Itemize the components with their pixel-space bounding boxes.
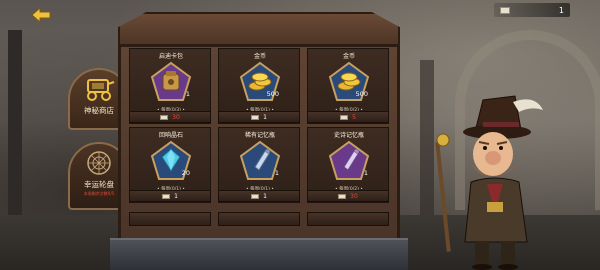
price-value: 1: [263, 113, 267, 121]
empty-shelf-slot: [218, 212, 300, 226]
ticket-icon: [338, 193, 347, 199]
item-quantity: 1: [274, 169, 279, 177]
memory-bottle-icon: [254, 149, 270, 171]
item-quantity: 500: [355, 90, 368, 98]
buy-button[interactable]: 1: [218, 111, 300, 123]
currency-display: 1: [494, 3, 570, 17]
item-name: 启迪卡包: [158, 53, 183, 60]
item-name: 金币: [342, 53, 355, 60]
background-pillar: [8, 30, 22, 230]
ticket-icon: [162, 193, 171, 199]
wheel-icon: [87, 151, 111, 175]
shopkeeper-character: [435, 92, 565, 270]
empty-shelf-slot: [307, 212, 389, 226]
price-value: 5: [352, 113, 356, 121]
item-quantity: 1: [185, 90, 190, 98]
buy-button[interactable]: 30: [307, 190, 389, 202]
background-pillar: [420, 60, 434, 230]
back-button[interactable]: [30, 6, 52, 24]
buy-button[interactable]: 1: [218, 190, 300, 202]
mystery-shop-label: 神秘商店: [84, 106, 114, 115]
buy-button[interactable]: 5: [307, 111, 389, 123]
item-quantity: 500: [266, 90, 279, 98]
buy-button[interactable]: 30: [129, 111, 211, 123]
memory-bottle-icon: [343, 149, 359, 171]
item-name: 金币: [253, 53, 266, 60]
price-value: 1: [263, 192, 267, 200]
item-name: 稀有记忆瓶: [244, 132, 275, 139]
carriage-icon: [87, 79, 115, 101]
ticket-icon: [251, 193, 260, 199]
ticket-icon: [340, 114, 349, 120]
buy-button[interactable]: 1: [129, 190, 211, 202]
item-quantity: 1: [363, 169, 368, 177]
echo-crystal-icon: [161, 148, 181, 172]
price-value: 1: [174, 192, 178, 200]
ticket-icon: [160, 114, 169, 120]
ticket-icon: [251, 114, 260, 120]
item-quantity: 20: [181, 169, 190, 177]
ticket-icon: [500, 6, 510, 14]
currency-amount: 1: [558, 5, 564, 15]
item-name: 回响晶石: [158, 132, 183, 139]
price-value: 30: [350, 192, 358, 200]
lucky-wheel-label: 幸运轮盘: [84, 180, 114, 189]
cabinet-base: [110, 238, 408, 270]
back-arrow-icon: [31, 6, 51, 24]
empty-shelf-slot: [129, 212, 211, 226]
price-value: 30: [172, 113, 180, 121]
item-name: 史诗记忆瓶: [333, 132, 364, 139]
card-pack-icon: [162, 71, 180, 91]
lucky-wheel-remaining: 本周剩余次数0/5: [83, 191, 115, 196]
